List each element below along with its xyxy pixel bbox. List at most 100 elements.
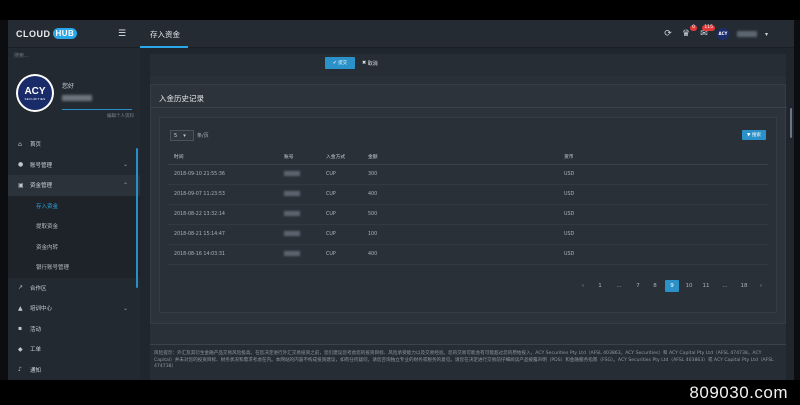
trophy-icon[interactable]: ♛ 0 xyxy=(681,25,697,39)
sidebar-item-funds[interactable]: ▣ 资金管理 ⌃ xyxy=(8,175,140,196)
account-blurred xyxy=(284,210,300,216)
table-row: 2018-08-16 14:03:31 CUP 400 USD xyxy=(168,244,768,265)
bell-icon: ♪ xyxy=(18,366,22,374)
chevron-down-icon: ⌄ xyxy=(122,161,128,169)
page-prev-button[interactable]: ‹ xyxy=(576,280,590,292)
main-area: ☰ 存入资金 ✔ 提交 ✖ 取消 入金历史记录 5 ▾ 条/页 ▼ 搜索 时间 … xyxy=(118,29,794,380)
header-actions: ⟳ ♛ 0 ✉ 115 ACY ▾ xyxy=(663,25,768,40)
money-icon: ▣ xyxy=(18,181,24,189)
panel-title: 入金历史记录 xyxy=(159,94,204,103)
history-table-card: 5 ▾ 条/页 ▼ 搜索 时间 账号 入金方式 金额 货币 2018-09-10… xyxy=(159,117,777,313)
tab-deposit[interactable]: 存入资金 xyxy=(150,29,180,40)
sidebar-search-input[interactable]: 搜索... xyxy=(14,52,29,59)
cell-currency: USD xyxy=(558,224,768,245)
page-button[interactable]: 11 xyxy=(699,280,713,292)
sidebar-item-notifications[interactable]: ♪ 通知 xyxy=(8,360,140,381)
cell-account xyxy=(278,224,320,245)
sidebar-scrollbar[interactable] xyxy=(136,148,138,288)
page-button[interactable]: 18 xyxy=(737,280,751,292)
sidebar-item-withdraw[interactable]: 提取资金 xyxy=(8,216,140,237)
cell-account xyxy=(278,164,320,185)
watermark-text: 809030.com xyxy=(689,383,788,402)
page-next-button[interactable]: › xyxy=(754,280,768,292)
cell-method: CUP xyxy=(320,244,362,265)
page-button[interactable]: 1 xyxy=(593,280,607,292)
account-blurred xyxy=(284,250,300,256)
page-button[interactable]: 8 xyxy=(648,280,662,292)
col-time[interactable]: 时间 xyxy=(168,150,278,165)
sidebar-item-bank-accounts[interactable]: 银行账号管理 xyxy=(8,257,140,278)
sidebar-item-home[interactable]: ⌂ 首页 xyxy=(8,134,140,155)
cell-amount: 500 xyxy=(362,204,552,225)
home-icon: ⌂ xyxy=(18,140,22,148)
table-row: 2018-09-07 11:23:53 CUP 400 USD xyxy=(168,184,768,205)
sidebar-item-deposit[interactable]: 存入资金 xyxy=(8,195,140,216)
mail-badge: 115 xyxy=(702,25,715,31)
sidebar-item-training[interactable]: ▲ 培训中心 ⌄ xyxy=(8,298,140,319)
cloudhub-logo[interactable]: CLOUD HUB xyxy=(16,28,78,39)
page-button[interactable]: 7 xyxy=(631,280,645,292)
col-currency[interactable]: 货币 xyxy=(558,150,768,165)
top-letterbox xyxy=(0,0,800,20)
account-blurred xyxy=(284,190,300,196)
profile-avatar: ACY SECURITIES xyxy=(16,74,54,112)
search-button[interactable]: ▼ 搜索 xyxy=(742,130,766,140)
chevron-down-icon: ⌄ xyxy=(122,304,128,312)
chevron-down-icon[interactable]: ▾ xyxy=(765,31,768,38)
edit-profile-link[interactable]: 编辑个人资料 xyxy=(107,113,134,119)
cell-amount: 400 xyxy=(362,184,552,205)
profile-divider xyxy=(62,109,132,110)
cell-currency: USD xyxy=(558,204,768,225)
sidebar-item-tickets[interactable]: ◆ 工单 xyxy=(8,339,140,360)
username-blurred[interactable] xyxy=(736,31,757,37)
col-account[interactable]: 账号 xyxy=(278,150,320,165)
cell-time: 2018-08-22 13:32:14 xyxy=(168,204,278,225)
greeting: 您好 xyxy=(62,83,75,90)
sidebar-item-account[interactable]: ● 账号管理 ⌄ xyxy=(8,155,140,176)
menu-icon[interactable]: ☰ xyxy=(118,29,126,39)
active-tab-indicator xyxy=(140,46,188,48)
gift-icon: ▪ xyxy=(18,325,23,333)
deposit-history-panel: 入金历史记录 5 ▾ 条/页 ▼ 搜索 时间 账号 入金方式 金额 货币 201… xyxy=(150,84,787,324)
cell-amount: 300 xyxy=(362,164,552,185)
cell-account xyxy=(278,244,320,265)
cell-time: 2018-09-07 11:23:53 xyxy=(168,184,278,205)
account-blurred xyxy=(284,230,300,236)
cell-account xyxy=(278,184,320,205)
account-blurred xyxy=(284,170,300,176)
deposit-history-table: 时间 账号 入金方式 金额 货币 2018-09-10 21:55:36 CUP… xyxy=(168,150,768,265)
chevron-up-icon: ⌃ xyxy=(122,181,128,189)
cell-method: CUP xyxy=(320,164,362,185)
risk-warning: 风险提示：外汇及其衍生金融产品交易风险极高。在您决定进行外汇交易投资之前，您们建… xyxy=(150,344,786,380)
sidebar-item-events[interactable]: ▪ 活动 xyxy=(8,319,140,340)
page-button[interactable]: 10 xyxy=(682,280,696,292)
cancel-button[interactable]: ✖ 取消 xyxy=(362,57,378,69)
page-size-select[interactable]: 5 ▾ xyxy=(170,130,194,141)
col-method[interactable]: 入金方式 xyxy=(320,150,362,165)
cell-time: 2018-08-16 14:03:31 xyxy=(168,244,278,265)
profile-name-blurred xyxy=(62,95,92,101)
submit-button[interactable]: ✔ 提交 xyxy=(325,57,355,69)
avatar[interactable]: ACY xyxy=(716,28,729,40)
sidebar-item-partner[interactable]: ↗ 合作区 xyxy=(8,278,140,299)
app-window: CLOUD HUB ⟳ ♛ 0 ✉ 115 ACY ▾ 搜索... ACY SECU… xyxy=(8,20,794,380)
cell-method: CUP xyxy=(320,184,362,205)
sidebar: 搜索... ACY SECURITIES 您好 编辑个人资料 ⌂ 首页 ● 账号管理… xyxy=(8,48,140,380)
cell-method: CUP xyxy=(320,224,362,245)
user-icon: ● xyxy=(18,161,24,169)
bottom-letterbox xyxy=(0,380,800,405)
panel-divider xyxy=(151,107,787,108)
table-header-row: 时间 账号 入金方式 金额 货币 xyxy=(168,150,768,165)
pagination: ‹ 1 ... 7 8 9 10 11 ... 18 › xyxy=(576,280,768,292)
page-button-current[interactable]: 9 xyxy=(665,280,679,292)
col-amount[interactable]: 金额 xyxy=(362,150,552,165)
cell-amount: 100 xyxy=(362,224,552,245)
sidebar-nav: ⌂ 首页 ● 账号管理 ⌄ ▣ 资金管理 ⌃ 存入资金 提取资金 资金内转 银行账号管理 … xyxy=(8,134,140,380)
mail-icon[interactable]: ✉ 115 xyxy=(699,25,715,39)
cell-currency: USD xyxy=(558,164,768,185)
refresh-icon[interactable]: ⟳ xyxy=(663,29,673,39)
sidebar-item-transfer[interactable]: 资金内转 xyxy=(8,236,140,257)
cell-amount: 400 xyxy=(362,244,552,265)
cell-currency: USD xyxy=(558,184,768,205)
page-scrollbar[interactable] xyxy=(790,108,792,138)
